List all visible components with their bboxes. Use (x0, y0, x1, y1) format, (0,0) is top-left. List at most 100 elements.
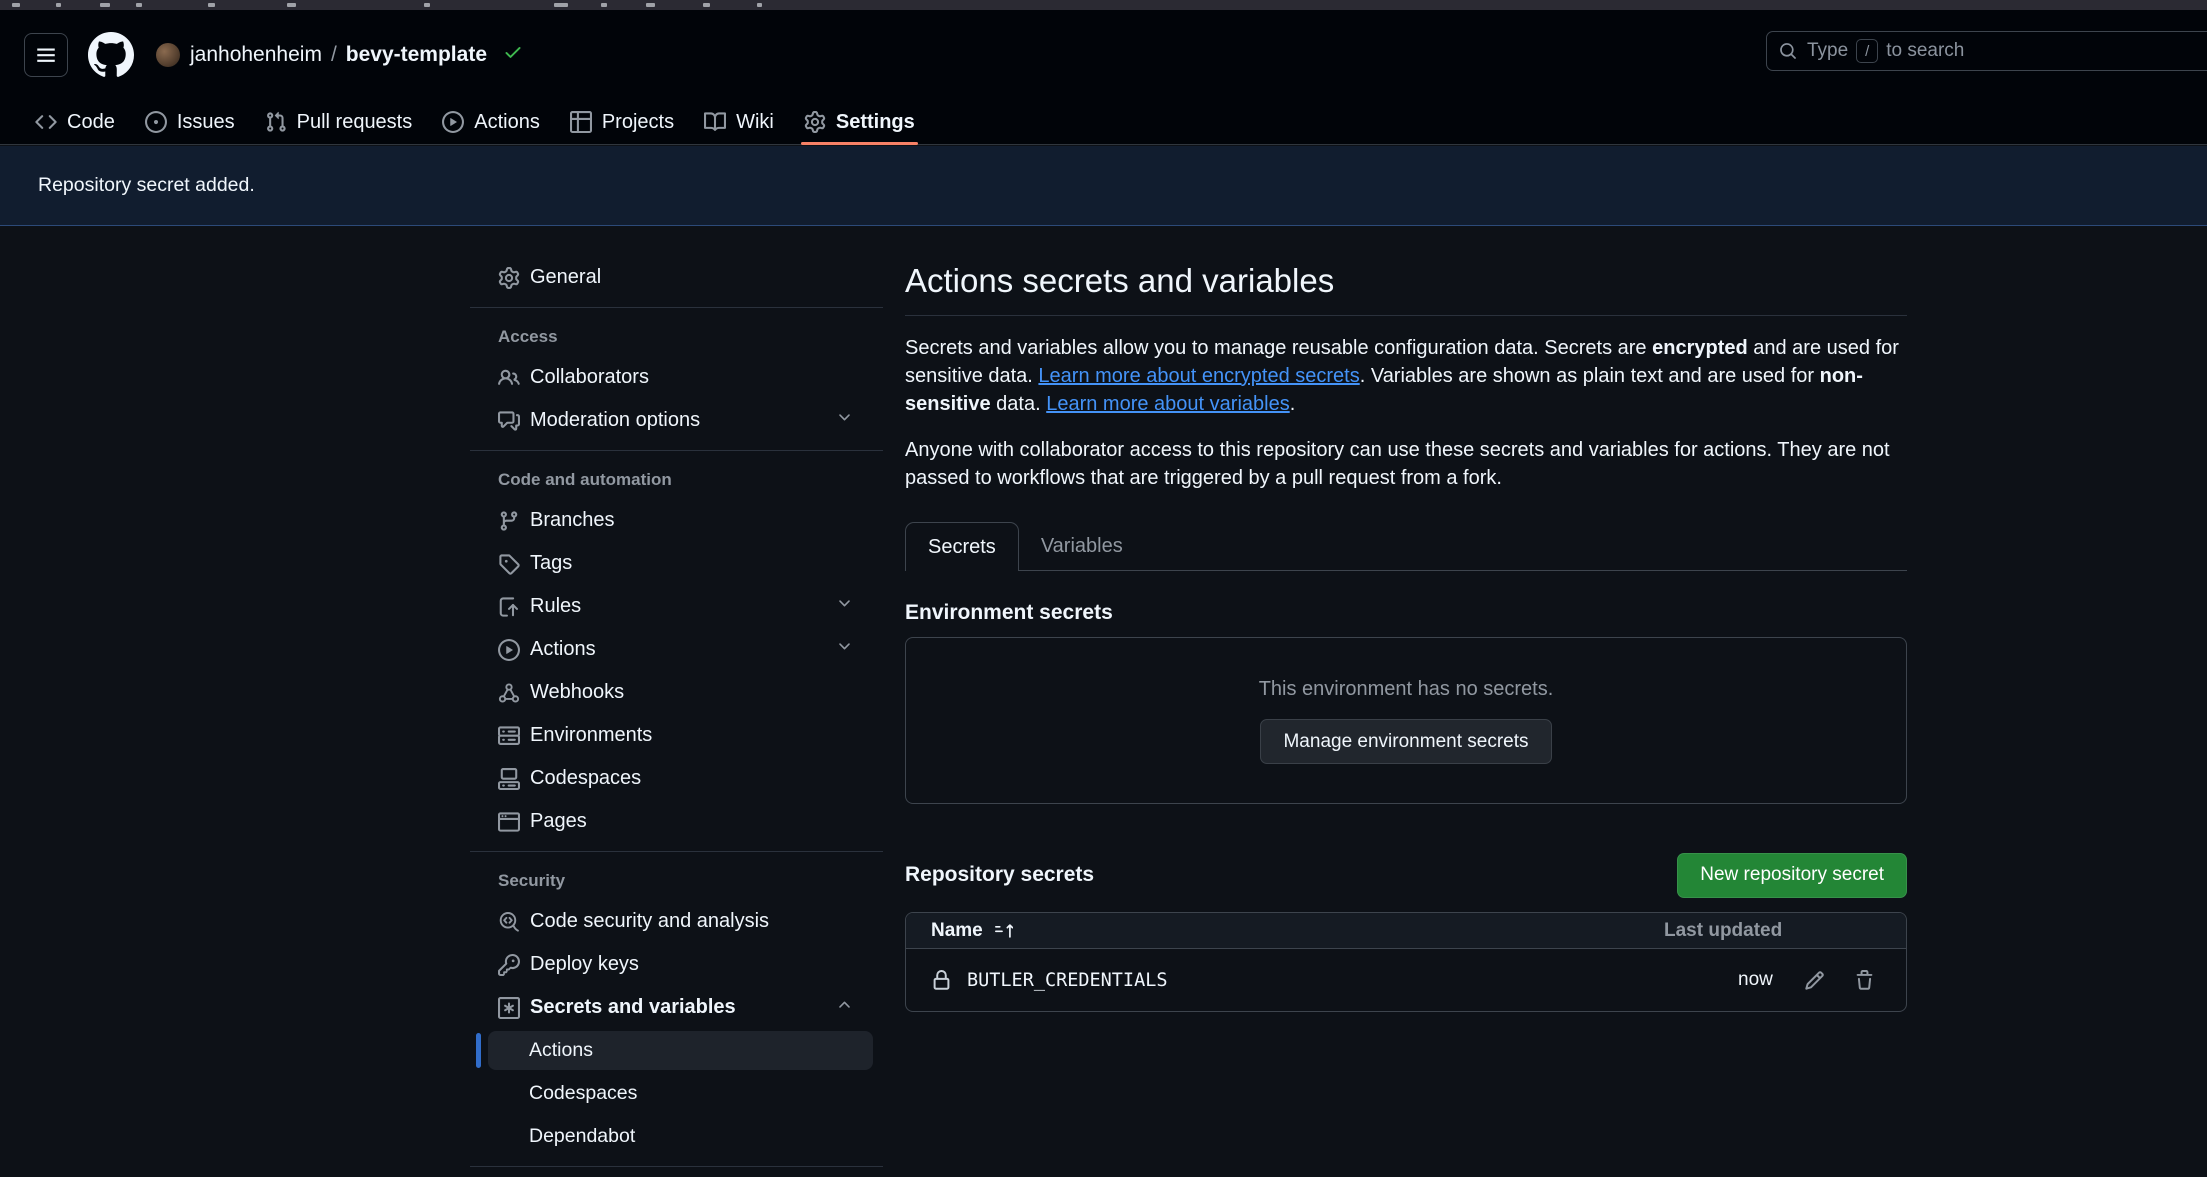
hamburger-menu-button[interactable] (24, 33, 68, 77)
secret-name: BUTLER_CREDENTIALS (967, 970, 1167, 991)
key-icon (498, 954, 520, 976)
tab-pull-requests[interactable]: Pull requests (250, 100, 428, 144)
codescan-icon (498, 911, 520, 933)
tab-label: Issues (177, 111, 235, 134)
three-bars-icon (36, 45, 56, 65)
learn-more-encrypted-secrets-link[interactable]: Learn more about encrypted secrets (1038, 365, 1359, 387)
intro-paragraph: Secrets and variables allow you to manag… (905, 334, 1907, 418)
git-pull-request-icon (265, 111, 287, 133)
trash-icon (1854, 970, 1875, 991)
tab-code[interactable]: Code (20, 100, 130, 144)
sidebar-divider (470, 450, 883, 451)
column-name-label: Name (931, 920, 983, 942)
sidebar-item-label: Code security and analysis (530, 910, 769, 933)
browser-tab-strip (0, 0, 2207, 10)
people-icon (498, 367, 520, 389)
sidebar-item-label: Environments (530, 724, 652, 747)
sidebar-item-moderation-options[interactable]: Moderation options (470, 399, 883, 442)
tab-projects[interactable]: Projects (555, 100, 689, 144)
sidebar-item-label: Rules (530, 595, 581, 618)
sidebar-item-code-security[interactable]: Code security and analysis (470, 900, 883, 943)
sort-ascending-button[interactable] (995, 922, 1013, 940)
environment-empty-message: This environment has no secrets. (1259, 678, 1554, 701)
new-repository-secret-button[interactable]: New repository secret (1677, 853, 1907, 898)
sidebar-item-collaborators[interactable]: Collaborators (470, 356, 883, 399)
search-input[interactable]: Type / to search (1766, 31, 2207, 71)
sidebar-item-environments[interactable]: Environments (470, 714, 883, 757)
edit-secret-button[interactable] (1804, 970, 1825, 991)
collaborator-paragraph: Anyone with collaborator access to this … (905, 436, 1907, 492)
tab-secrets[interactable]: Secrets (905, 522, 1019, 571)
chevron-down-icon (836, 409, 853, 426)
page-title: Actions secrets and variables (905, 240, 1907, 300)
project-table-icon (570, 111, 592, 133)
repo-nav: Code Issues Pull requests Actions Projec… (0, 100, 2207, 145)
play-icon (498, 639, 520, 661)
play-icon (442, 111, 464, 133)
pencil-icon (1804, 970, 1825, 991)
breadcrumb-separator: / (331, 43, 337, 67)
tab-label: Pull requests (297, 111, 413, 134)
gear-icon (498, 267, 520, 289)
repository-secrets-table: Name Last updated BUTLER_CREDENTIALS now (905, 912, 1907, 1012)
tab-label: Actions (474, 111, 540, 134)
chevron-down-icon (836, 638, 853, 655)
breadcrumb-owner-link[interactable]: janhohenheim (190, 43, 322, 67)
sidebar-subitem-actions[interactable]: Actions (470, 1029, 883, 1072)
sidebar-divider (470, 307, 883, 308)
search-placeholder: Type / to search (1807, 39, 1964, 63)
sidebar-item-deploy-keys[interactable]: Deploy keys (470, 943, 883, 986)
sidebar-item-label: Pages (530, 810, 587, 833)
sidebar-item-tags[interactable]: Tags (470, 542, 883, 585)
sidebar-item-secrets-and-variables[interactable]: Secrets and variables (470, 986, 883, 1029)
top-bar: janhohenheim / bevy-template Type / to s… (0, 10, 2207, 100)
tab-variables[interactable]: Variables (1019, 522, 1145, 570)
github-logo[interactable] (88, 32, 134, 78)
sidebar-item-actions[interactable]: Actions (470, 628, 883, 671)
sidebar-section-access: Access (470, 316, 883, 356)
sidebar-subitem-dependabot[interactable]: Dependabot (470, 1115, 883, 1158)
sidebar-divider (470, 1166, 883, 1167)
tab-label: Wiki (736, 111, 774, 134)
tab-wiki[interactable]: Wiki (689, 100, 789, 144)
learn-more-variables-link[interactable]: Learn more about variables (1046, 393, 1289, 415)
repository-secrets-header-row: Repository secrets New repository secret (905, 852, 1907, 898)
breadcrumb-repo-link[interactable]: bevy-template (346, 43, 487, 67)
sidebar-item-label: Secrets and variables (530, 996, 736, 1019)
webhook-icon (498, 682, 520, 704)
sidebar-item-label: Collaborators (530, 366, 649, 389)
tab-label: Projects (602, 111, 674, 134)
github-mark-icon (88, 32, 134, 78)
breadcrumb: janhohenheim / bevy-template (156, 42, 523, 68)
tab-actions[interactable]: Actions (427, 100, 555, 144)
check-icon (503, 42, 523, 62)
flash-banner: Repository secret added. (0, 146, 2207, 226)
sidebar-item-pages[interactable]: Pages (470, 800, 883, 843)
git-branch-icon (498, 510, 520, 532)
tab-issues[interactable]: Issues (130, 100, 250, 144)
sidebar-subitem-codespaces[interactable]: Codespaces (470, 1072, 883, 1115)
secret-last-updated: now (1738, 969, 1773, 991)
slash-key-hint: / (1856, 39, 1878, 63)
tab-settings[interactable]: Settings (789, 100, 930, 144)
environment-secrets-box: This environment has no secrets. Manage … (905, 637, 1907, 804)
sidebar-item-webhooks[interactable]: Webhooks (470, 671, 883, 714)
browser-icon (498, 811, 520, 833)
table-header-row: Name Last updated (906, 913, 1906, 949)
tab-label: Settings (836, 111, 915, 134)
sidebar-section-security: Security (470, 860, 883, 900)
repository-secrets-heading: Repository secrets (905, 863, 1094, 887)
sidebar-item-codespaces[interactable]: Codespaces (470, 757, 883, 800)
gear-icon (804, 111, 826, 133)
owner-avatar[interactable] (156, 43, 180, 67)
chevron-down-icon (836, 595, 853, 612)
sidebar-item-label: General (530, 266, 601, 289)
sidebar-item-general[interactable]: General (470, 256, 883, 299)
sort-asc-icon (995, 922, 1013, 940)
sidebar-item-branches[interactable]: Branches (470, 499, 883, 542)
delete-secret-button[interactable] (1854, 970, 1875, 991)
sidebar-item-rules[interactable]: Rules (470, 585, 883, 628)
rules-icon (498, 596, 520, 618)
manage-environment-secrets-button[interactable]: Manage environment secrets (1260, 719, 1551, 764)
main-content: Actions secrets and variables Secrets an… (905, 240, 1907, 1012)
